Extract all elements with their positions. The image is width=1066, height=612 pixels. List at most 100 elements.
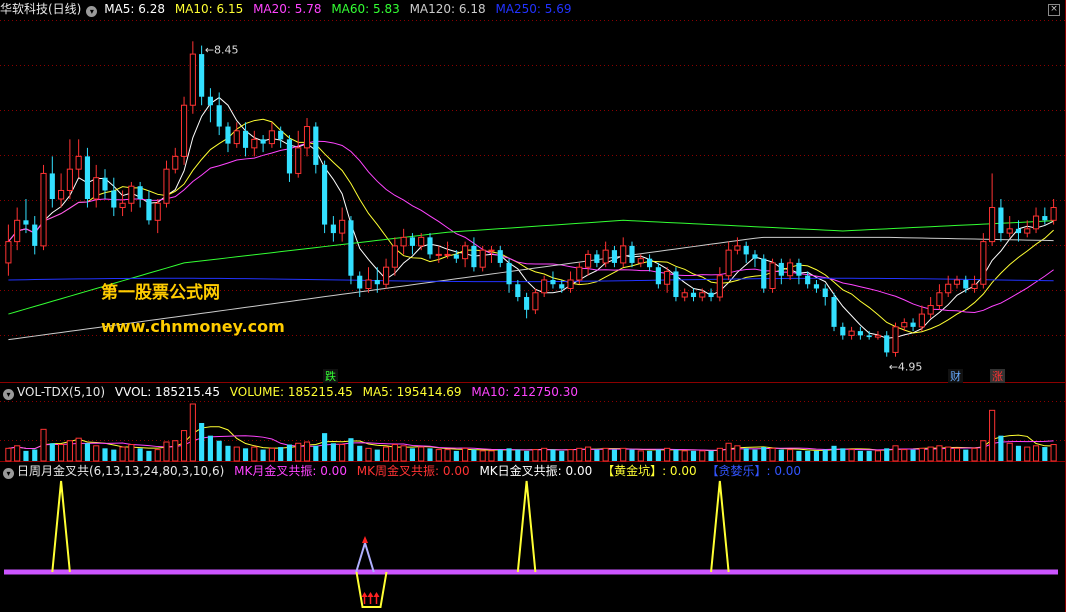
- candle-body: [901, 322, 908, 328]
- watermark-title: 第一股票公式网: [101, 283, 220, 303]
- candle-body: [207, 96, 213, 106]
- golden-cross-spike: [516, 480, 537, 573]
- candle-body: [840, 326, 846, 336]
- candle-body: [611, 250, 618, 263]
- candle-body: [998, 207, 1004, 234]
- candle-body: [761, 258, 767, 289]
- volume-bar: [111, 449, 117, 461]
- volume-bar: [137, 448, 143, 461]
- volume-bar: [49, 443, 55, 461]
- candle-body: [796, 262, 802, 276]
- candle-body: [233, 130, 240, 145]
- candle-body: [5, 241, 12, 264]
- volume-bar: [268, 447, 275, 462]
- candle-body: [409, 237, 415, 246]
- volume-bar: [532, 449, 539, 462]
- volume-bar: [787, 449, 794, 462]
- candle-body: [251, 138, 258, 149]
- volume-bar: [1024, 446, 1031, 462]
- volume-bar: [93, 445, 100, 462]
- candle-body: [1024, 228, 1031, 234]
- volume-bar: [629, 449, 635, 461]
- volume-bar: [32, 449, 38, 461]
- up-arrow-icon: [361, 592, 368, 597]
- volume-bar: [260, 449, 266, 461]
- volume-bar: [313, 445, 319, 461]
- volume-bar: [462, 447, 469, 462]
- candle-body: [313, 126, 319, 165]
- candle-body: [497, 250, 503, 263]
- volume-bar: [866, 450, 872, 461]
- candle-body: [14, 219, 21, 243]
- candle-body: [787, 262, 794, 277]
- volume-bar: [391, 444, 398, 462]
- candle-body: [918, 313, 925, 328]
- candle-body: [435, 253, 442, 256]
- low-price-label: ←4.95: [889, 361, 923, 374]
- indicator-plot: [4, 480, 1058, 608]
- candle-body: [111, 190, 117, 208]
- candle-body: [58, 189, 65, 200]
- candle-body: [936, 292, 943, 307]
- candle-body: [268, 130, 275, 145]
- candle-body: [286, 139, 293, 174]
- candle-body: [146, 199, 152, 221]
- candle-body: [75, 155, 82, 170]
- volume-bar: [479, 450, 486, 462]
- volume-bar: [400, 445, 407, 462]
- volume-bar: [233, 446, 240, 462]
- candle-body: [647, 258, 653, 268]
- volume-bar: [374, 449, 380, 461]
- candle-body: [339, 219, 346, 234]
- volume-bar: [884, 448, 890, 461]
- volume-bar: [761, 447, 767, 461]
- candle-body: [49, 173, 55, 199]
- volume-bar: [199, 423, 205, 461]
- candle-body: [559, 284, 565, 289]
- volume-bar: [998, 435, 1004, 461]
- candle-body: [637, 258, 644, 264]
- candle-body: [550, 279, 556, 285]
- up-arrow-icon: [361, 536, 368, 543]
- volume-bar: [936, 445, 943, 462]
- volume-bar: [427, 448, 433, 461]
- volume-bar: [945, 446, 952, 462]
- volume-bar: [559, 450, 565, 461]
- volume-bar: [822, 449, 828, 461]
- volume-bar: [813, 450, 820, 461]
- volume-bar: [84, 443, 91, 461]
- candle-body: [716, 275, 723, 298]
- candle-body: [40, 172, 47, 247]
- candle-body: [1015, 228, 1022, 234]
- candle-body: [23, 220, 29, 225]
- volume-bar: [348, 438, 354, 461]
- volume-bar: [242, 448, 249, 461]
- volume-bar: [963, 449, 969, 461]
- candle-body: [620, 245, 627, 264]
- volume-bar: [339, 444, 346, 462]
- volume-bar: [146, 450, 152, 461]
- candle-body: [822, 288, 828, 298]
- candle-body: [93, 177, 100, 200]
- volume-bar: [216, 440, 222, 461]
- volume-bar: [778, 449, 784, 461]
- volume-bar: [383, 446, 390, 462]
- candle-body: [84, 156, 91, 199]
- volume-bar: [664, 447, 671, 462]
- volume-bar: [14, 445, 21, 462]
- candle-body: [444, 253, 451, 256]
- volume-bar: [357, 445, 363, 461]
- candle-body: [348, 220, 354, 276]
- candle-body: [322, 164, 328, 225]
- candle-body: [391, 245, 398, 268]
- candle-body: [963, 279, 969, 289]
- candle-body: [567, 279, 574, 290]
- watermark-url: www.chnmoney.com: [101, 317, 285, 336]
- candle-body: [471, 245, 477, 268]
- volume-bar: [611, 449, 618, 461]
- candle-body: [602, 249, 609, 264]
- volume-bar: [637, 450, 644, 462]
- volume-bar: [927, 446, 934, 462]
- volume-bar: [892, 445, 899, 462]
- candle-body: [874, 334, 882, 338]
